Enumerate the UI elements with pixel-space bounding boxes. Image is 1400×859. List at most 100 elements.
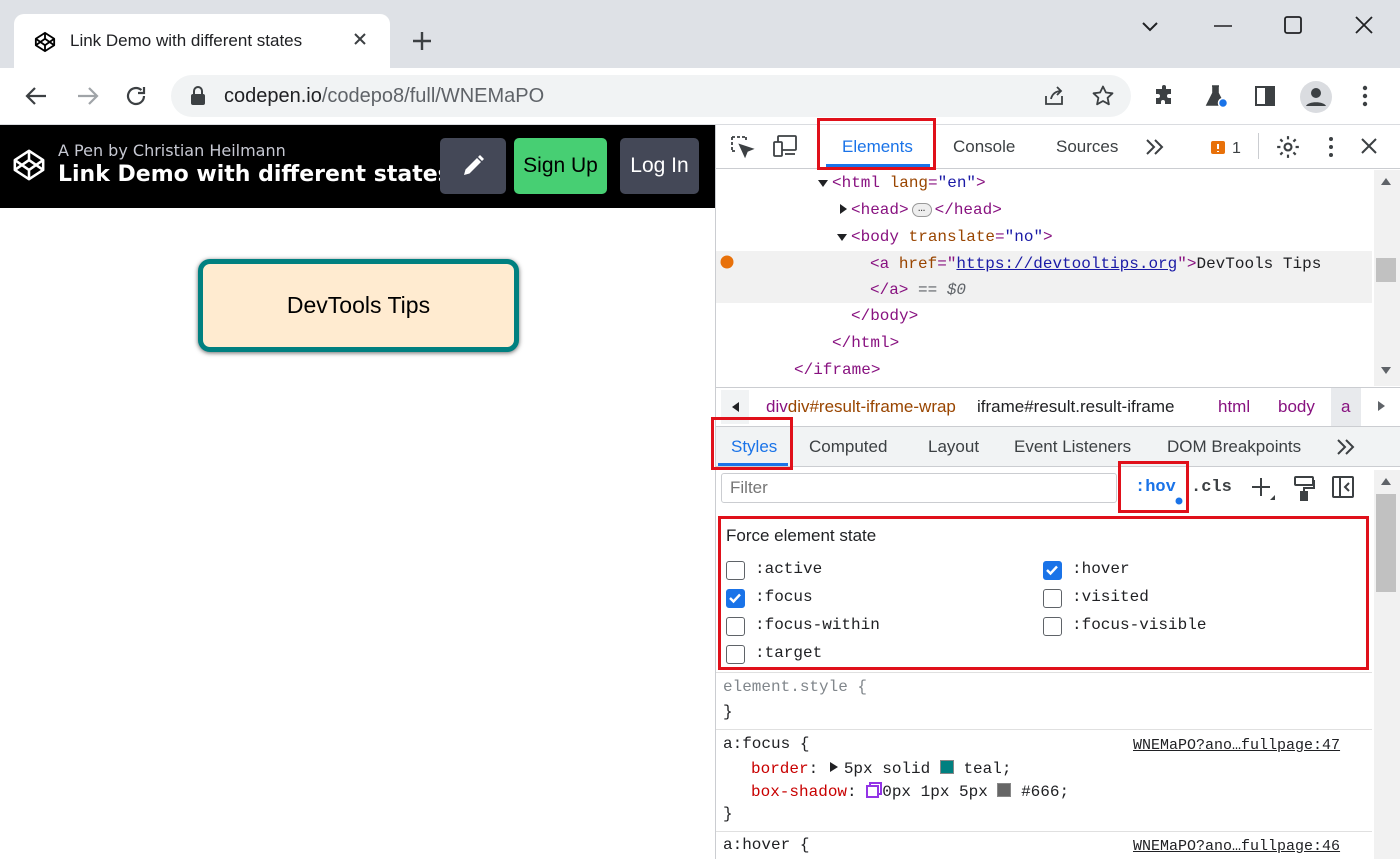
settings-gear-icon[interactable] xyxy=(1275,134,1301,160)
tab-console[interactable]: Console xyxy=(953,137,1015,157)
highlight-hov-button xyxy=(1118,461,1189,513)
new-style-rule-icon[interactable] xyxy=(1250,476,1276,502)
edit-pen-button[interactable] xyxy=(440,138,506,194)
back-icon[interactable] xyxy=(24,85,48,107)
iframe-close-tag[interactable]: </iframe> xyxy=(794,361,880,379)
checkmark-icon xyxy=(729,593,741,604)
breadcrumb-item-body[interactable]: body xyxy=(1278,397,1315,417)
labs-flask-icon[interactable] xyxy=(1203,83,1229,109)
codepen-logo-icon[interactable] xyxy=(12,148,46,182)
hover-rule-selector[interactable]: a:hover { xyxy=(723,836,809,854)
devtools-tips-link[interactable]: DevTools Tips xyxy=(198,259,519,352)
close-devtools-icon[interactable] xyxy=(1360,137,1378,155)
expand-body-icon[interactable] xyxy=(836,231,848,243)
rule-divider xyxy=(716,831,1372,832)
close-tab-icon[interactable] xyxy=(353,32,367,46)
label-focus-within[interactable]: :focus-within xyxy=(755,616,880,634)
checkbox-visited[interactable] xyxy=(1043,589,1062,608)
styles-scroll-thumb[interactable] xyxy=(1376,494,1396,592)
border-declaration[interactable]: border: 5px solid teal; xyxy=(751,760,1011,778)
label-hover[interactable]: :hover xyxy=(1072,560,1130,578)
tab-sources[interactable]: Sources xyxy=(1056,137,1118,157)
checkbox-focus-visible[interactable] xyxy=(1043,617,1062,636)
breadcrumb-item-html[interactable]: html xyxy=(1218,397,1250,417)
side-panel-icon[interactable] xyxy=(1254,85,1276,107)
checkbox-focus-within[interactable] xyxy=(726,617,745,636)
checkbox-hover[interactable] xyxy=(1043,561,1062,580)
new-tab-icon[interactable] xyxy=(410,29,434,53)
issues-count[interactable]: 1 xyxy=(1232,140,1241,158)
checkbox-active[interactable] xyxy=(726,561,745,580)
tab-event-listeners[interactable]: Event Listeners xyxy=(1014,437,1131,457)
devtools-menu-icon[interactable] xyxy=(1321,136,1341,158)
more-tabs-chevron-icon[interactable] xyxy=(1144,137,1166,157)
device-toolbar-icon[interactable] xyxy=(772,134,800,158)
expand-html-icon[interactable] xyxy=(817,177,829,189)
shadow-editor-icon xyxy=(866,782,883,798)
breakpoint-dot-icon[interactable] xyxy=(720,255,734,269)
box-shadow-declaration[interactable]: box-shadow: 0px 1px 5px #666; xyxy=(751,782,1069,801)
anchor-close-tag[interactable]: </a> == $0 xyxy=(870,281,966,299)
tab-dom-breakpoints[interactable]: DOM Breakpoints xyxy=(1167,437,1301,457)
profile-avatar-icon[interactable] xyxy=(1299,80,1333,114)
tab-layout[interactable]: Layout xyxy=(928,437,979,457)
minimize-icon[interactable] xyxy=(1212,16,1234,36)
pen-title: Link Demo with different states xyxy=(58,162,451,187)
anchor-open-tag[interactable]: <a href="https://devtooltips.org">DevToo… xyxy=(870,255,1321,273)
lock-icon[interactable] xyxy=(190,86,206,106)
expand-head-icon[interactable] xyxy=(837,203,849,215)
label-target[interactable]: :target xyxy=(755,644,822,662)
browser-menu-icon[interactable] xyxy=(1355,84,1375,108)
maximize-icon[interactable] xyxy=(1283,15,1303,35)
close-window-icon[interactable] xyxy=(1354,15,1374,35)
element-style-selector[interactable]: element.style { xyxy=(723,678,867,696)
forward-icon[interactable] xyxy=(76,85,100,107)
share-icon[interactable] xyxy=(1042,84,1066,108)
label-focus-visible[interactable]: :focus-visible xyxy=(1072,616,1206,634)
html-open-tag[interactable]: <html lang="en"> xyxy=(832,174,986,192)
checkbox-focus[interactable] xyxy=(726,589,745,608)
label-focus[interactable]: :focus xyxy=(755,588,813,606)
label-visited[interactable]: :visited xyxy=(1072,588,1149,606)
breadcrumb-item-iframe[interactable]: iframe#result.result-iframe xyxy=(977,397,1174,417)
inspect-element-icon[interactable] xyxy=(729,134,755,160)
cls-toggle[interactable]: .cls xyxy=(1191,478,1232,497)
checkbox-target[interactable] xyxy=(726,645,745,664)
breadcrumb-scroll-right-icon[interactable] xyxy=(1377,400,1387,412)
html-close-tag[interactable]: </html> xyxy=(832,334,899,352)
focus-rule-source-link[interactable]: WNEMaPO?ano…fullpage:47 xyxy=(1133,737,1340,754)
tab-search-chevron-icon[interactable] xyxy=(1140,16,1160,36)
toggle-sidebar-icon[interactable] xyxy=(1331,475,1355,499)
url-host: codepen.io xyxy=(224,85,322,107)
gray-swatch-icon xyxy=(997,783,1012,797)
issues-warning-icon[interactable] xyxy=(1210,140,1226,156)
address-text[interactable]: codepen.io/codepo8/full/WNEMaPO xyxy=(224,85,544,108)
head-node[interactable]: <head>… </head> xyxy=(851,201,1002,219)
styles-scroll-up-icon[interactable] xyxy=(1380,476,1392,486)
hover-rule-source-link[interactable]: WNEMaPO?ano…fullpage:46 xyxy=(1133,838,1340,855)
body-open-tag[interactable]: <body translate="no"> xyxy=(851,228,1053,246)
scroll-down-icon[interactable] xyxy=(1380,366,1392,376)
breadcrumb-item-wrap[interactable]: divdiv#result-iframe-wrap xyxy=(766,397,956,417)
rule-divider xyxy=(716,672,1372,673)
tab-computed[interactable]: Computed xyxy=(809,437,887,457)
extensions-puzzle-icon[interactable] xyxy=(1153,84,1177,108)
focus-rule-selector[interactable]: a:focus { xyxy=(723,735,809,753)
more-subtabs-chevron-icon[interactable] xyxy=(1335,437,1357,457)
log-in-button[interactable]: Log In xyxy=(620,138,699,194)
label-active[interactable]: :active xyxy=(755,560,822,578)
checkmark-icon xyxy=(1046,565,1058,576)
reload-icon[interactable] xyxy=(124,84,148,108)
ellipsis-icon: … xyxy=(911,202,932,217)
breadcrumb-item-a[interactable]: a xyxy=(1341,397,1350,417)
scroll-up-icon[interactable] xyxy=(1380,176,1392,186)
elements-scroll-thumb[interactable] xyxy=(1376,258,1396,282)
sign-up-button[interactable]: Sign Up xyxy=(514,138,607,194)
force-state-heading: Force element state xyxy=(726,526,877,545)
pen-author-line[interactable]: A Pen by Christian Heilmann xyxy=(58,141,286,160)
body-close-tag[interactable]: </body> xyxy=(851,307,918,325)
bookmark-star-icon[interactable] xyxy=(1091,84,1115,108)
styles-filter-input[interactable] xyxy=(721,473,1117,503)
paint-roller-icon[interactable] xyxy=(1293,475,1315,501)
browser-tab[interactable]: Link Demo with different states xyxy=(14,14,390,68)
